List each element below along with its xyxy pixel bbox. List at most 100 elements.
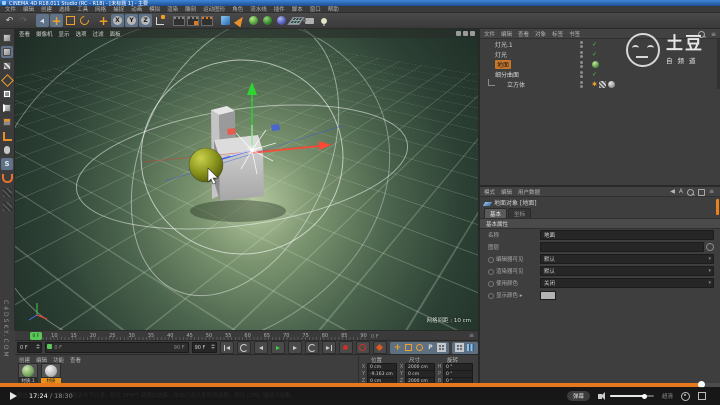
visibility-dots[interactable] (580, 61, 583, 68)
move-tool-icon[interactable] (50, 14, 63, 27)
polygons-mode-icon[interactable] (1, 116, 13, 128)
history-icon[interactable]: ≡ (709, 189, 714, 196)
material-menu-item[interactable]: 创建 (19, 356, 30, 363)
phong-tag-icon[interactable]: ✱ (592, 81, 597, 88)
scale-tool-icon[interactable] (64, 14, 77, 27)
lock-z-axis-icon[interactable]: Z (139, 14, 152, 27)
viewport-menu-item[interactable]: 摄像机 (36, 30, 53, 38)
timeline-ruler[interactable]: 51015202530354045505560657075808590 0 F … (15, 330, 478, 341)
editor-visibility-dropdown[interactable]: 默认 (540, 254, 714, 264)
volume-knob[interactable] (642, 394, 647, 399)
quality-selector[interactable]: 超清 (662, 392, 673, 400)
viewport-menu-item[interactable]: 查看 (19, 30, 30, 38)
volume-icon[interactable] (598, 394, 602, 399)
volume-slider[interactable] (610, 395, 654, 397)
attribute-menu-item[interactable]: 模式 (484, 188, 495, 196)
material-item-1[interactable]: 材质.1 (18, 363, 38, 384)
layer-input[interactable] (540, 242, 704, 252)
attribute-menu-item[interactable]: 用户数据 (518, 188, 540, 196)
floor-tool-icon[interactable] (289, 14, 302, 27)
end-frame-field[interactable]: 90 F (192, 342, 217, 353)
object-manager-menu-item[interactable]: 对象 (535, 30, 546, 38)
object-name[interactable]: 立方体 (507, 80, 525, 89)
use-color-dropdown[interactable]: 关闭 (540, 278, 714, 288)
layer-browser-icon[interactable] (706, 243, 714, 251)
menu-item[interactable]: 文件 (5, 5, 16, 13)
current-frame-field[interactable]: 0 F (17, 342, 42, 353)
layer-a-icon[interactable] (1, 186, 13, 198)
deformer-icon[interactable] (261, 14, 274, 27)
menu-item[interactable]: 编辑 (23, 5, 34, 13)
material-preview[interactable] (18, 363, 38, 378)
environment-icon[interactable] (275, 14, 288, 27)
layer-b-icon[interactable] (1, 200, 13, 212)
light-tool-icon[interactable] (317, 14, 330, 27)
viewport-maximize-icon[interactable] (456, 31, 461, 36)
autokey-button[interactable] (356, 341, 370, 354)
texture-mode-icon[interactable] (1, 60, 13, 72)
viewport-3d[interactable]: 查看摄像机显示选项过滤面板 网格间距 : 10 cm (15, 29, 478, 330)
object-manager-menu-item[interactable]: 文件 (484, 30, 495, 38)
timeline-playhead[interactable]: 0 F (30, 332, 42, 340)
render-settings-icon[interactable] (200, 14, 213, 27)
material-menu-item[interactable]: 编辑 (36, 356, 47, 363)
range-slider-knob[interactable] (47, 344, 52, 349)
render-visibility-dropdown[interactable]: 默认 (540, 266, 714, 276)
texture-tag-icon[interactable] (592, 61, 599, 68)
solo-grid-toggle[interactable] (455, 343, 464, 352)
attribute-menu-item[interactable]: 编辑 (501, 188, 512, 196)
viewport-menu-item[interactable]: 选项 (76, 30, 87, 38)
uvw-tag-icon[interactable] (599, 81, 606, 88)
object-manager-menu-item[interactable]: 查看 (518, 30, 529, 38)
viewport-layout-icon[interactable] (463, 31, 468, 36)
lock-y-axis-icon[interactable]: Y (125, 14, 138, 27)
redo-icon[interactable] (17, 14, 30, 27)
snap-icon[interactable]: S (1, 158, 13, 170)
menu-item[interactable]: 插件 (274, 5, 285, 13)
menu-item[interactable]: 捕捉 (113, 5, 124, 13)
lock-icon[interactable] (698, 189, 705, 196)
settings-gear-icon[interactable] (681, 392, 690, 401)
magnet-icon[interactable] (1, 172, 13, 184)
goto-start-button[interactable] (220, 341, 234, 354)
menu-item[interactable]: 流水线 (250, 5, 267, 13)
material-preview[interactable] (41, 363, 61, 378)
key-pla-toggle[interactable] (437, 343, 446, 352)
keyframe-selection-button[interactable] (373, 341, 387, 354)
menu-item[interactable]: 创建 (41, 5, 52, 13)
viewport-solo-icon[interactable] (1, 144, 13, 156)
lock-x-axis-icon[interactable]: X (111, 14, 124, 27)
object-name[interactable]: 灯光 (495, 50, 507, 59)
enabled-check-icon[interactable]: ✓ (592, 51, 597, 58)
object-row-cube[interactable]: 立方体 ✱ (480, 79, 720, 89)
texture-tag-icon[interactable] (608, 81, 615, 88)
enabled-check-icon[interactable]: ✓ (592, 71, 597, 78)
camera-tool-icon[interactable] (303, 14, 316, 27)
danmaku-toggle[interactable]: 弹幕 (567, 391, 590, 401)
material-menu-item[interactable]: 功能 (53, 356, 64, 363)
menu-item[interactable]: 角色 (232, 5, 243, 13)
material-item-2[interactable]: 材质 (41, 363, 61, 384)
axis-mode-icon[interactable] (1, 130, 13, 142)
visibility-dots[interactable] (580, 81, 583, 88)
object-manager-menu-item[interactable]: 标签 (552, 30, 563, 38)
object-name[interactable]: 灯光.1 (495, 40, 513, 49)
convert-object-icon[interactable] (1, 32, 13, 44)
visibility-dots[interactable] (580, 71, 583, 78)
next-frame-button[interactable] (288, 341, 302, 354)
undo-icon[interactable] (3, 14, 16, 27)
menu-item[interactable]: 帮助 (328, 5, 339, 13)
menu-item[interactable]: 窗口 (310, 5, 321, 13)
last-tool-icon[interactable] (97, 14, 110, 27)
mode-a-icon[interactable]: A (679, 189, 683, 196)
tab-coordinates[interactable]: 坐标 (508, 208, 531, 218)
key-parameter-toggle[interactable] (426, 343, 435, 352)
axis-handle-sphere[interactable] (189, 148, 223, 182)
name-input[interactable]: 地面 (540, 230, 714, 240)
live-selection-icon[interactable] (36, 14, 49, 27)
menu-item[interactable]: 选择 (59, 5, 70, 13)
viewport-options-icon[interactable] (470, 31, 475, 36)
render-view-icon[interactable] (172, 14, 185, 27)
viewport-menu-item[interactable]: 显示 (59, 30, 70, 38)
object-name[interactable]: 细分曲面 (495, 70, 519, 79)
